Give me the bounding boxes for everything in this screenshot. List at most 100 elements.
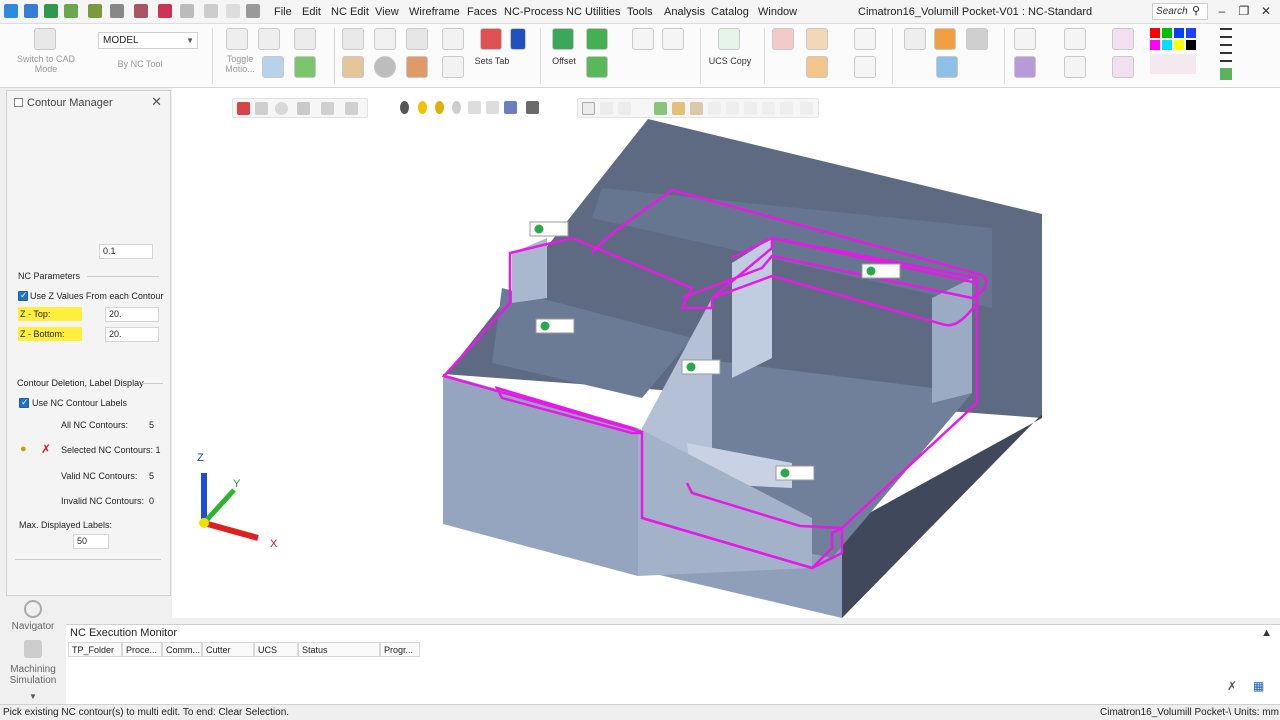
close-icon[interactable]: ✕ [151,94,162,110]
help-icon[interactable] [374,28,396,50]
save-icon[interactable] [44,4,58,18]
z-bottom-input[interactable]: 20. [105,327,159,342]
cube-analysis-icon[interactable] [936,56,958,78]
measure-distance-icon[interactable] [904,28,926,50]
draft-icon[interactable] [966,28,988,50]
print-icon[interactable] [64,4,78,18]
machining-simulation-label[interactable]: Machining Simulation [0,664,66,686]
zoom-icon[interactable] [1014,28,1036,50]
column-comment[interactable]: Comm... [162,642,202,657]
part-view-icon[interactable] [294,28,316,50]
max-labels-input[interactable]: 50 [73,534,109,549]
column-ucs[interactable]: UCS [254,642,298,657]
switch-to-cad-icon[interactable] [34,28,56,50]
list-icon[interactable] [342,56,364,78]
lightbulb-icon[interactable]: ● [20,443,32,457]
color-palette[interactable] [1150,28,1216,80]
3d-viewport[interactable]: Z Y X [172,88,1280,618]
doc-orange-icon[interactable] [806,28,828,50]
machining-simulation-icon[interactable] [24,640,42,658]
ruler-icon[interactable] [442,56,464,78]
navigator-icon[interactable] [24,600,42,618]
menu-view[interactable]: View [375,6,399,18]
column-progress[interactable]: Progr... [380,642,420,657]
toggle-motion-icon[interactable] [226,28,248,50]
menu-file[interactable]: File [274,6,292,18]
z-top-input[interactable]: 20. [105,307,159,322]
menu-window[interactable]: Window [758,6,797,18]
column-status[interactable]: Status [298,642,380,657]
pin-icon[interactable]: ▲ [1261,627,1272,639]
tool-holder-icon[interactable] [258,28,280,50]
column-procedure[interactable]: Proce... [122,642,162,657]
sketch-icon[interactable] [632,28,654,50]
open-file-icon[interactable] [24,4,38,18]
minimize-icon[interactable]: – [1214,4,1230,18]
dimension-icon[interactable] [854,28,876,50]
zoom-color-icon[interactable] [1014,56,1036,78]
menu-tools[interactable]: Tools [627,6,653,18]
menu-wireframe[interactable]: Wireframe [409,6,460,18]
grid-icon[interactable] [110,4,124,18]
menu-faces[interactable]: Faces [467,6,497,18]
export-icon[interactable]: ▦ [1253,679,1264,693]
cart-icon[interactable] [406,56,428,78]
paint-2-icon[interactable] [1112,56,1134,78]
refresh-icon[interactable] [226,4,240,18]
line-style-icon[interactable] [1220,28,1232,68]
measure-icon[interactable] [442,28,464,50]
doc-red-icon[interactable] [772,28,794,50]
screen-icon[interactable] [406,28,428,50]
menu-nc-utilities[interactable]: NC Utilities [566,6,620,18]
search-icon[interactable]: ⚲ [1192,4,1200,17]
menu-catalog[interactable]: Catalog [711,6,749,18]
sets-tab-icon[interactable] [480,28,502,50]
angle-icon[interactable] [662,28,684,50]
green-surface-2-icon[interactable] [586,56,608,78]
tolerance-input[interactable]: 0.1 [99,244,153,259]
paint-bucket-icon[interactable] [1220,68,1232,80]
view-grid-icon[interactable] [1064,28,1086,50]
table-icon[interactable] [342,28,364,50]
text-icon[interactable] [854,56,876,78]
panel-icon[interactable] [246,4,260,18]
layers-icon[interactable] [134,4,148,18]
green-box-icon[interactable] [294,56,316,78]
menu-analysis[interactable]: Analysis [664,6,705,18]
sets-blue-icon[interactable] [510,28,526,50]
ucs-copy-icon[interactable] [718,28,740,50]
chevron-down-icon[interactable]: ▼ [29,692,37,701]
paint-icon[interactable] [1112,28,1134,50]
menu-edit[interactable]: Edit [302,6,321,18]
clear-icon[interactable]: ✗ [1227,679,1237,693]
color-map-icon[interactable] [934,28,956,50]
offset-icon[interactable] [552,28,574,50]
restore-icon[interactable]: ❐ [1236,4,1252,18]
column-cutter[interactable]: Cutter [202,642,254,657]
column-tp-folder[interactable]: TP_Folder [68,642,122,657]
undo-icon[interactable] [180,4,194,18]
use-z-values-checkbox[interactable] [18,290,28,301]
use-nc-labels-checkbox[interactable] [19,397,29,408]
view-grid-2-icon[interactable] [1064,56,1086,78]
contour-label[interactable] [861,263,901,279]
machine-icon[interactable] [262,56,284,78]
delete-x-icon[interactable]: ✗ [41,442,53,456]
new-file-icon[interactable] [4,4,18,18]
info-icon[interactable] [374,56,396,78]
model-select[interactable]: MODEL ▼ [98,32,198,49]
navigator-label[interactable]: Navigator [0,621,66,632]
contour-label[interactable] [529,221,569,237]
close-icon[interactable]: ✕ [1258,4,1274,18]
redo-icon[interactable] [204,4,218,18]
copy-icon[interactable] [158,4,172,18]
contour-label[interactable] [775,465,815,481]
menu-nc-process[interactable]: NC-Process [504,6,563,18]
part-model[interactable] [172,88,1280,618]
contour-label[interactable] [535,318,575,334]
doc-lock-icon[interactable] [806,56,828,78]
settings-icon[interactable] [88,4,102,18]
green-surface-icon[interactable] [586,28,608,50]
menu-nc-edit[interactable]: NC Edit [331,6,369,18]
contour-label[interactable] [681,359,721,375]
